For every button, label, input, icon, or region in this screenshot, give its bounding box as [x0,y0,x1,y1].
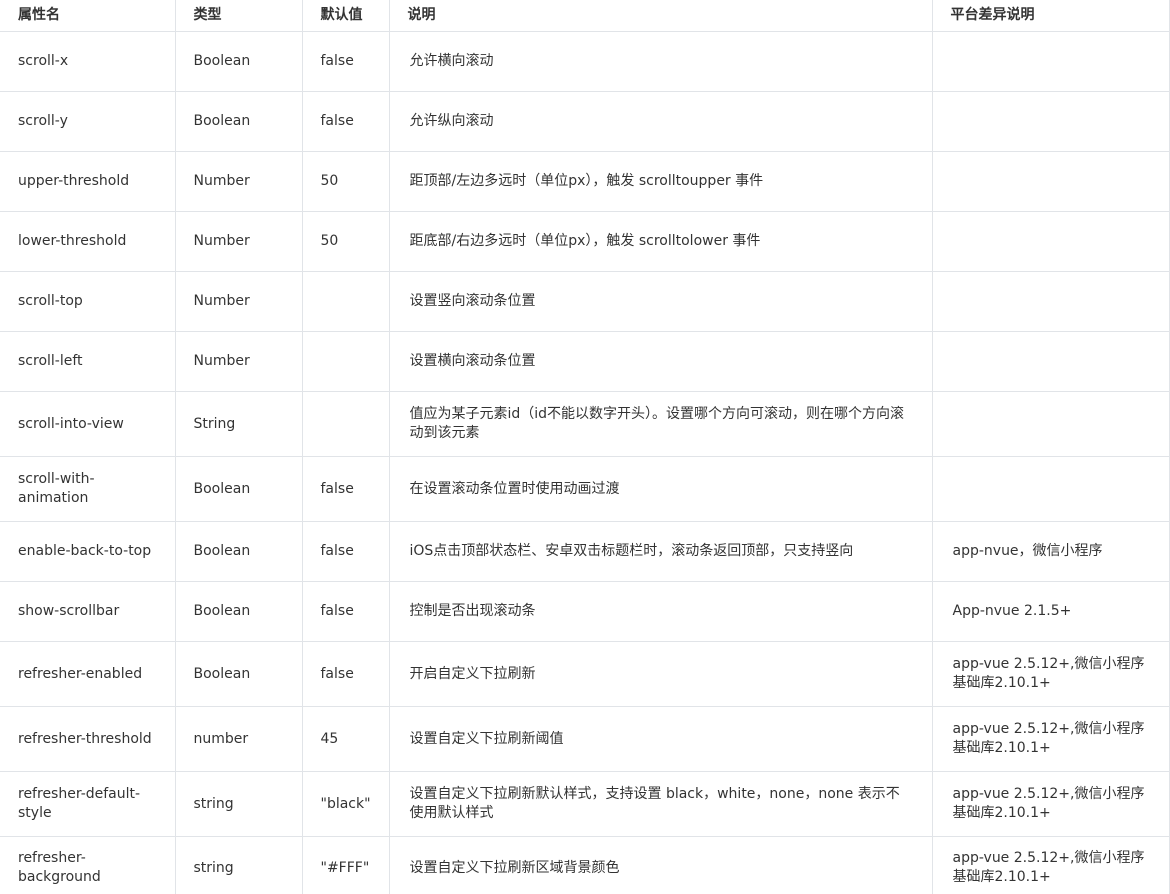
cell-type: Boolean [174,521,303,582]
cell-default: false [301,641,390,707]
cell-prop-name: refresher-threshold [0,706,176,772]
cell-prop-name: refresher-default-style [0,771,176,837]
cell-default: false [301,521,390,582]
table-row: scroll-top Number 设置竖向滚动条位置 [0,271,1170,332]
cell-default: "#FFF" [301,836,390,894]
cell-prop-name: show-scrollbar [0,581,176,642]
cell-prop-name: scroll-left [0,331,176,392]
cell-platform [931,331,1170,392]
cell-description: 值应为某子元素id（id不能以数字开头）。设置哪个方向可滚动，则在哪个方向滚动到… [388,391,933,457]
props-table: 属性名 类型 默认值 说明 平台差异说明 scroll-x Boolean fa… [0,0,1170,894]
cell-description: 设置自定义下拉刷新默认样式，支持设置 black，white，none，none… [388,771,933,837]
table-row: upper-threshold Number 50 距顶部/左边多远时（单位px… [0,151,1170,212]
header-description: 说明 [388,0,933,32]
table-row: lower-threshold Number 50 距底部/右边多远时（单位px… [0,211,1170,272]
cell-platform: app-vue 2.5.12+,微信小程序基础库2.10.1+ [931,836,1170,894]
cell-type: Boolean [174,456,303,522]
cell-default: false [301,91,390,152]
table-row: enable-back-to-top Boolean false iOS点击顶部… [0,521,1170,582]
table-row: show-scrollbar Boolean false 控制是否出现滚动条 A… [0,581,1170,642]
cell-description: 距顶部/左边多远时（单位px），触发 scrolltoupper 事件 [388,151,933,212]
cell-platform: app-vue 2.5.12+,微信小程序基础库2.10.1+ [931,771,1170,837]
cell-platform [931,91,1170,152]
table-row: scroll-y Boolean false 允许纵向滚动 [0,91,1170,152]
cell-prop-name: scroll-top [0,271,176,332]
table-row: scroll-left Number 设置横向滚动条位置 [0,331,1170,392]
cell-description: 允许横向滚动 [388,31,933,92]
cell-platform: app-vue 2.5.12+,微信小程序基础库2.10.1+ [931,706,1170,772]
cell-prop-name: scroll-y [0,91,176,152]
cell-prop-name: scroll-into-view [0,391,176,457]
cell-default: 45 [301,706,390,772]
header-default: 默认值 [301,0,390,32]
cell-type: Boolean [174,581,303,642]
cell-type: string [174,836,303,894]
table-row: scroll-into-view String 值应为某子元素id（id不能以数… [0,391,1170,457]
cell-default [301,271,390,332]
cell-platform: app-nvue，微信小程序 [931,521,1170,582]
cell-type: string [174,771,303,837]
cell-description: 设置横向滚动条位置 [388,331,933,392]
cell-type: Number [174,331,303,392]
cell-type: String [174,391,303,457]
table-row: refresher-enabled Boolean false 开启自定义下拉刷… [0,641,1170,707]
cell-description: 设置自定义下拉刷新区域背景颜色 [388,836,933,894]
header-platform: 平台差异说明 [931,0,1170,32]
cell-description: iOS点击顶部状态栏、安卓双击标题栏时，滚动条返回顶部，只支持竖向 [388,521,933,582]
cell-description: 开启自定义下拉刷新 [388,641,933,707]
table-row: refresher-background string "#FFF" 设置自定义… [0,836,1170,894]
cell-description: 设置竖向滚动条位置 [388,271,933,332]
cell-default: 50 [301,151,390,212]
cell-platform [931,391,1170,457]
table-row: scroll-x Boolean false 允许横向滚动 [0,31,1170,92]
cell-prop-name: upper-threshold [0,151,176,212]
cell-type: Number [174,211,303,272]
cell-prop-name: scroll-x [0,31,176,92]
cell-default [301,391,390,457]
cell-prop-name: refresher-background [0,836,176,894]
table-header: 属性名 类型 默认值 说明 平台差异说明 [0,0,1170,32]
cell-prop-name: enable-back-to-top [0,521,176,582]
cell-platform [931,211,1170,272]
cell-platform [931,151,1170,212]
cell-platform [931,31,1170,92]
table-row: refresher-threshold number 45 设置自定义下拉刷新阈… [0,706,1170,772]
table-body: scroll-x Boolean false 允许横向滚动 scroll-y B… [0,31,1170,894]
cell-prop-name: lower-threshold [0,211,176,272]
cell-type: Boolean [174,91,303,152]
cell-default: false [301,581,390,642]
table-row: refresher-default-style string "black" 设… [0,771,1170,837]
cell-type: number [174,706,303,772]
cell-default: false [301,31,390,92]
cell-description: 允许纵向滚动 [388,91,933,152]
cell-type: Number [174,271,303,332]
cell-description: 距底部/右边多远时（单位px），触发 scrolltolower 事件 [388,211,933,272]
cell-description: 在设置滚动条位置时使用动画过渡 [388,456,933,522]
cell-type: Boolean [174,31,303,92]
cell-prop-name: refresher-enabled [0,641,176,707]
cell-type: Number [174,151,303,212]
cell-description: 设置自定义下拉刷新阈值 [388,706,933,772]
cell-description: 控制是否出现滚动条 [388,581,933,642]
cell-type: Boolean [174,641,303,707]
cell-default: 50 [301,211,390,272]
cell-platform: App-nvue 2.1.5+ [931,581,1170,642]
cell-platform [931,456,1170,522]
cell-prop-name: scroll-with-animation [0,456,176,522]
cell-default: "black" [301,771,390,837]
table-row: scroll-with-animation Boolean false 在设置滚… [0,456,1170,522]
cell-default: false [301,456,390,522]
header-type: 类型 [174,0,303,32]
cell-platform: app-vue 2.5.12+,微信小程序基础库2.10.1+ [931,641,1170,707]
cell-default [301,331,390,392]
header-prop-name: 属性名 [0,0,176,32]
header-row: 属性名 类型 默认值 说明 平台差异说明 [0,0,1170,32]
cell-platform [931,271,1170,332]
